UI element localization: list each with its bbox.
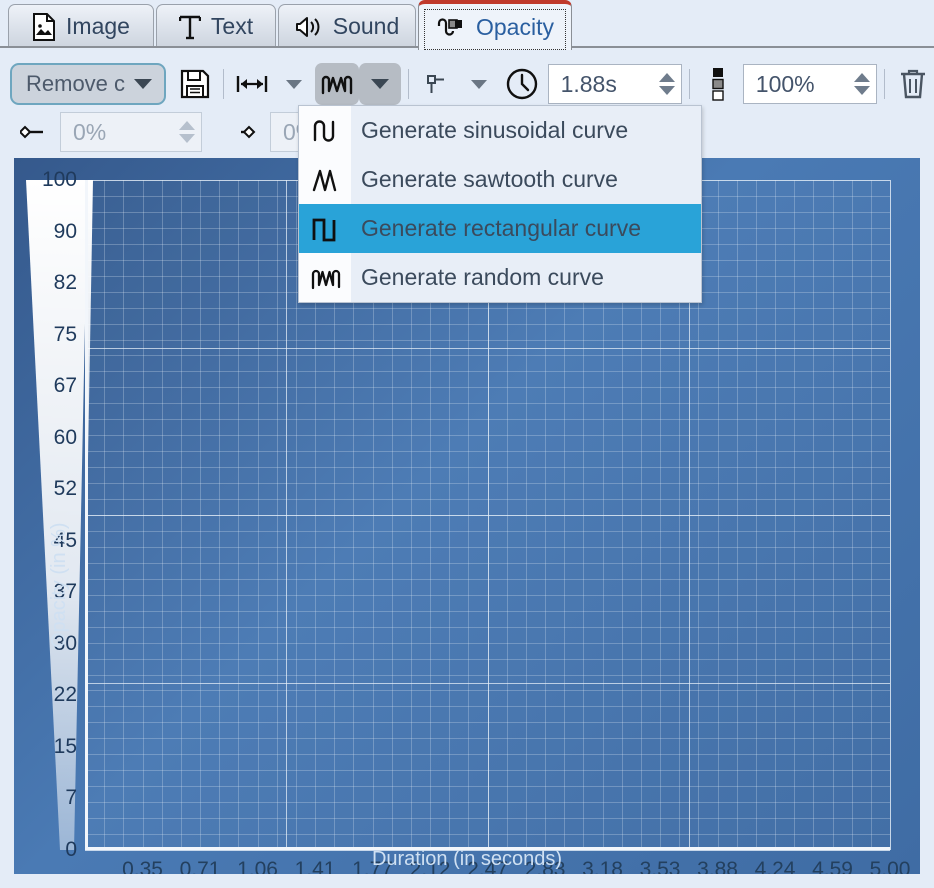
clock-icon xyxy=(505,67,539,101)
action-combo[interactable]: Remove c xyxy=(10,63,166,105)
fit-width-dropdown[interactable] xyxy=(273,63,315,105)
keyframe-start-icon xyxy=(20,121,54,143)
y-axis-tick-label: 60 xyxy=(21,426,77,450)
opacity-value: 100% xyxy=(756,71,815,98)
fit-width-button[interactable] xyxy=(231,63,273,105)
y-axis-tick-label: 7 xyxy=(21,786,77,810)
keyframe-start-stepper[interactable] xyxy=(179,121,195,143)
chevron-down-icon xyxy=(286,80,302,89)
keyframe-end-button[interactable] xyxy=(224,111,270,153)
toolbar-separator xyxy=(223,69,224,99)
opacity-steps-icon xyxy=(709,66,727,102)
y-axis-tick-label: 82 xyxy=(21,271,77,295)
stepper-up-icon[interactable] xyxy=(854,73,870,82)
opacity-input[interactable]: 100% xyxy=(743,64,877,104)
image-icon xyxy=(32,13,56,41)
stepper-up-icon[interactable] xyxy=(179,121,195,130)
tab-sound[interactable]: Sound xyxy=(278,4,416,48)
delete-button[interactable] xyxy=(892,63,934,105)
keyframe-start-button[interactable] xyxy=(14,111,60,153)
action-combo-value: Remove c xyxy=(26,71,125,97)
save-disk-icon xyxy=(180,69,210,99)
y-axis-tick-label: 52 xyxy=(21,477,77,501)
chevron-down-icon xyxy=(371,79,389,89)
generate-curve-menu[interactable]: Generate sinusoidal curve Generate sawto… xyxy=(298,105,702,303)
duration-clock-button[interactable] xyxy=(500,63,544,105)
generate-curve-button[interactable] xyxy=(315,63,359,105)
keyframe-icon xyxy=(424,71,450,97)
menu-item-label: Generate sinusoidal curve xyxy=(351,117,628,144)
y-axis-title: Opacity (in %) xyxy=(48,522,71,648)
menu-item-sinusoidal[interactable]: Generate sinusoidal curve xyxy=(299,106,701,155)
sawtooth-curve-icon xyxy=(299,155,351,204)
menu-item-rectangular[interactable]: Generate rectangular curve xyxy=(299,204,701,253)
opacity-steps-button[interactable] xyxy=(697,63,739,105)
sinusoidal-curve-icon xyxy=(299,106,351,155)
stepper-down-icon[interactable] xyxy=(854,86,870,95)
opacity-stepper[interactable] xyxy=(854,73,870,95)
tab-focus-ring xyxy=(424,9,566,50)
keyframe-end-icon xyxy=(230,121,264,143)
fit-width-icon xyxy=(236,72,268,96)
random-curve-icon xyxy=(320,69,354,99)
stepper-down-icon[interactable] xyxy=(179,134,195,143)
tab-image[interactable]: Image xyxy=(8,4,154,48)
y-axis-tick-label: 22 xyxy=(21,683,77,707)
y-axis-tick-label: 67 xyxy=(21,374,77,398)
keyframe-dropdown[interactable] xyxy=(458,63,500,105)
chevron-down-icon xyxy=(134,79,152,89)
tab-opacity[interactable]: Opacity xyxy=(418,0,572,50)
stepper-up-icon[interactable] xyxy=(659,73,675,82)
y-axis-tick-label: 90 xyxy=(21,220,77,244)
random-curve-icon xyxy=(299,253,351,302)
text-icon xyxy=(179,14,201,40)
sound-icon xyxy=(295,14,323,40)
chevron-down-icon xyxy=(471,80,487,89)
menu-item-label: Generate sawtooth curve xyxy=(351,166,618,193)
tab-text-label: Text xyxy=(211,13,253,40)
tab-image-label: Image xyxy=(66,13,130,40)
menu-item-sawtooth[interactable]: Generate sawtooth curve xyxy=(299,155,701,204)
duration-input[interactable]: 1.88s xyxy=(548,64,682,104)
tab-bar: Image Text Sound xyxy=(0,0,934,48)
rectangular-curve-icon xyxy=(299,204,351,253)
menu-item-random[interactable]: Generate random curve xyxy=(299,253,701,302)
tab-sound-label: Sound xyxy=(333,13,400,40)
toolbar-separator xyxy=(408,69,409,99)
stepper-down-icon[interactable] xyxy=(659,86,675,95)
tab-text[interactable]: Text xyxy=(156,4,276,48)
menu-item-label: Generate random curve xyxy=(351,264,604,291)
keyframe-start-value: 0% xyxy=(73,119,106,146)
keyframe-start-input[interactable]: 0% xyxy=(60,112,202,152)
toolbar-primary: Remove c xyxy=(0,58,934,110)
menu-item-label: Generate rectangular curve xyxy=(351,215,641,242)
duration-stepper[interactable] xyxy=(659,73,675,95)
y-axis-line xyxy=(85,180,88,850)
toolbar-separator xyxy=(884,69,885,99)
x-axis-title: Duration (in seconds) xyxy=(14,848,920,871)
keyframe-button[interactable] xyxy=(416,63,458,105)
toolbar-separator xyxy=(689,69,690,99)
y-axis-tick-label: 100 xyxy=(21,168,77,192)
y-axis-tick-label: 15 xyxy=(21,735,77,759)
save-button[interactable] xyxy=(174,63,216,105)
opacity-editor-window: Image Text Sound xyxy=(0,0,934,888)
trash-icon xyxy=(898,68,928,100)
generate-curve-dropdown[interactable] xyxy=(359,63,401,105)
y-axis-tick-label: 75 xyxy=(21,323,77,347)
duration-value: 1.88s xyxy=(561,71,617,98)
